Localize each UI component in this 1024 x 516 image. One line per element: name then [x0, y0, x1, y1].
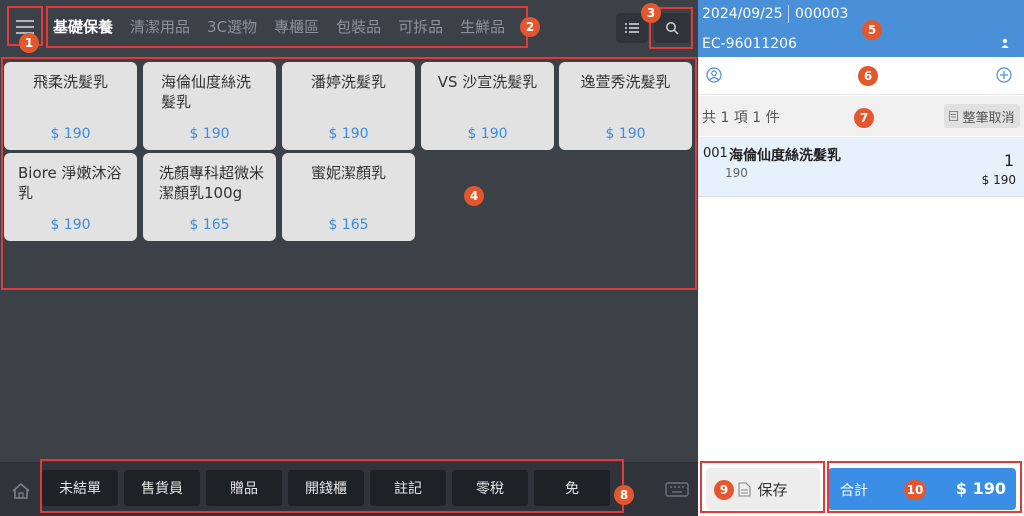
product-name: 海倫仙度絲洗髮乳	[161, 73, 252, 111]
keyboard-icon[interactable]	[664, 478, 690, 500]
product-price: $ 190	[50, 126, 91, 142]
product-price: $ 190	[467, 126, 508, 142]
order-item-subtotal: $ 190	[981, 173, 1016, 187]
open-drawer-button[interactable]: 開錢櫃	[288, 470, 364, 506]
tab-basic-care[interactable]: 基礎保養	[44, 8, 121, 46]
product-name: 洗顏專科超微米潔顏乳100g	[159, 164, 265, 202]
product-price: $ 190	[328, 126, 369, 142]
home-icon[interactable]	[10, 480, 32, 502]
header-divider	[788, 5, 789, 23]
total-value: $ 190	[955, 479, 1006, 498]
order-item-index: 001	[703, 146, 728, 161]
product-name: VS 沙宣洗髮乳	[437, 73, 538, 91]
menu-icon-line	[16, 20, 34, 22]
tab-fresh[interactable]: 生鮮品	[451, 8, 513, 46]
add-icon[interactable]	[996, 67, 1012, 83]
order-summary: 共 1 項 1 件	[702, 110, 780, 126]
product-name: Biore 淨嫩沐浴乳	[18, 164, 122, 202]
product-name: 逸萱秀洗髮乳	[580, 73, 671, 91]
tab-counter[interactable]: 專櫃區	[265, 8, 327, 46]
product-card[interactable]: Biore 淨嫩沐浴乳 $ 190	[4, 153, 137, 241]
tax-free-button[interactable]: 免	[534, 470, 610, 506]
annotation-badge: 5	[862, 20, 882, 40]
list-icon	[625, 23, 639, 33]
salesperson-button[interactable]: 售貨員	[124, 470, 200, 506]
product-card[interactable]: 逸萱秀洗髮乳 $ 190	[559, 62, 692, 150]
tab-3c[interactable]: 3C選物	[198, 8, 265, 46]
gift-button[interactable]: 贈品	[206, 470, 282, 506]
product-price: $ 190	[50, 217, 91, 233]
annotation-badge: 4	[464, 186, 484, 206]
product-card[interactable]: 洗顏專科超微米潔顏乳100g $ 165	[143, 153, 276, 241]
product-price: $ 190	[189, 126, 230, 142]
product-card[interactable]: VS 沙宣洗髮乳 $ 190	[421, 62, 554, 150]
order-item[interactable]: 001 海倫仙度絲洗髮乳 190 1 $ 190	[698, 137, 1024, 197]
category-tabs: 基礎保養 清潔用品 3C選物 專櫃區 包裝品 可拆品 生鮮品	[44, 8, 513, 46]
order-item-list: 001 海倫仙度絲洗髮乳 190 1 $ 190	[698, 137, 1024, 197]
member-icon[interactable]	[706, 67, 722, 83]
tab-detachable[interactable]: 可拆品	[389, 8, 451, 46]
zero-tax-button[interactable]: 零稅	[452, 470, 528, 506]
tab-packaged[interactable]: 包裝品	[327, 8, 389, 46]
product-price: $ 165	[189, 217, 230, 233]
file-icon	[738, 481, 752, 497]
annotation-badge: 9	[714, 480, 734, 500]
total-label: 合計	[840, 483, 868, 499]
annotation-badge: 8	[614, 485, 634, 505]
save-label: 保存	[757, 480, 788, 499]
order-item-unit-price: 190	[725, 166, 748, 180]
pos-app: 基礎保養 清潔用品 3C選物 專櫃區 包裝品 可拆品 生鮮品 飛柔洗髮乳 $ 1…	[0, 0, 1024, 516]
annotation-badge: 6	[858, 66, 878, 86]
cancel-all-label: 整筆取消	[962, 110, 1015, 126]
menu-icon-line	[16, 26, 34, 28]
product-price: $ 190	[605, 126, 646, 142]
tab-cleaning[interactable]: 清潔用品	[121, 8, 198, 46]
search-icon	[666, 22, 679, 35]
order-item-quantity: 1	[1003, 151, 1014, 170]
order-header: 2024/09/25 000003 EC-96011206	[698, 0, 1024, 57]
product-card[interactable]: 蜜妮潔顏乳 $ 165	[282, 153, 415, 241]
product-card[interactable]: 飛柔洗髮乳 $ 190	[4, 62, 137, 150]
product-panel: 基礎保養 清潔用品 3C選物 專櫃區 包裝品 可拆品 生鮮品 飛柔洗髮乳 $ 1…	[0, 0, 698, 516]
product-card[interactable]: 海倫仙度絲洗髮乳 $ 190	[143, 62, 276, 150]
note-button[interactable]: 註記	[370, 470, 446, 506]
order-item-name: 海倫仙度絲洗髮乳	[729, 148, 841, 164]
product-name: 飛柔洗髮乳	[32, 73, 108, 91]
order-code: EC-96011206	[702, 36, 797, 52]
product-name: 潘婷洗髮乳	[310, 73, 386, 91]
function-buttons: 未結單 售貨員 贈品 開錢櫃 註記 零稅 免	[42, 470, 610, 506]
order-date: 2024/09/25	[702, 6, 783, 22]
annotation-badge: 10	[904, 480, 926, 500]
product-price: $ 165	[328, 217, 369, 233]
pending-orders-button[interactable]: 未結單	[42, 470, 118, 506]
document-icon	[949, 111, 959, 121]
cancel-all-button[interactable]: 整筆取消	[944, 104, 1020, 128]
annotation-badge: 7	[854, 108, 874, 128]
annotation-badge: 3	[641, 3, 661, 23]
annotation-badge: 2	[520, 17, 540, 37]
product-name: 蜜妮潔顏乳	[310, 164, 386, 182]
annotation-badge: 1	[19, 33, 39, 53]
person-icon	[1001, 38, 1009, 48]
product-card[interactable]: 潘婷洗髮乳 $ 190	[282, 62, 415, 150]
order-number: 000003	[795, 6, 849, 22]
